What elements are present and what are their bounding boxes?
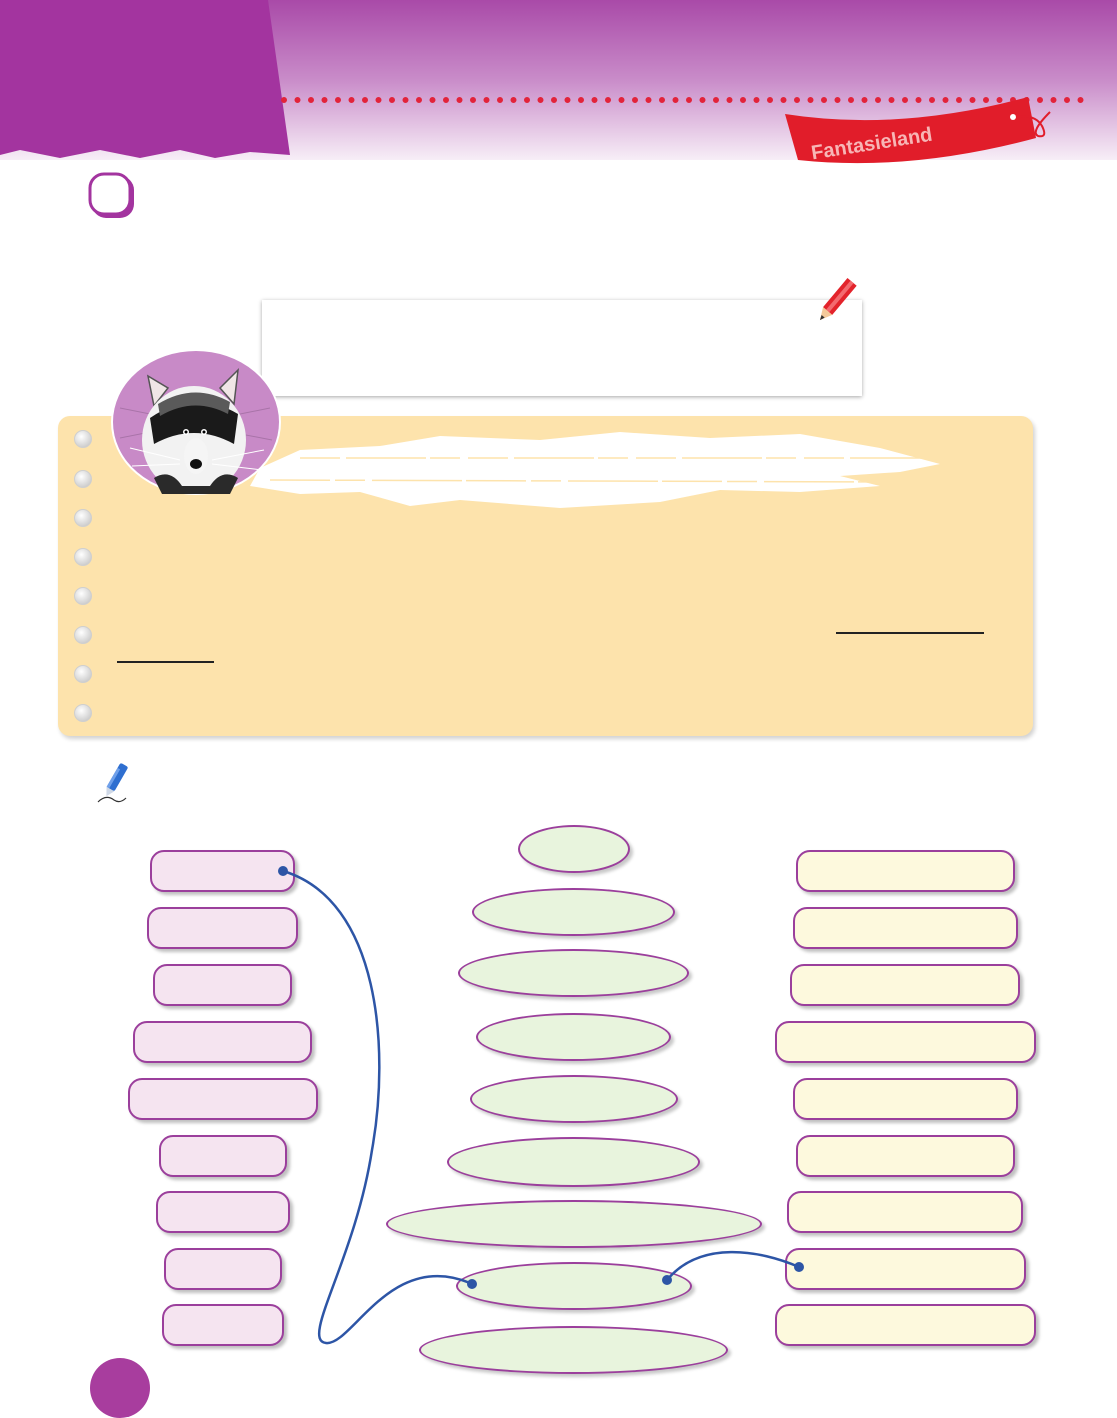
right-answer-box[interactable] <box>796 850 1015 892</box>
binder-hole <box>74 470 92 488</box>
brush-stroke <box>250 432 940 508</box>
instruction-box <box>262 300 862 396</box>
blank-underline <box>117 661 214 663</box>
right-answer-box[interactable] <box>790 964 1020 1006</box>
middle-oval[interactable] <box>458 949 689 997</box>
left-answer-box[interactable] <box>150 850 295 892</box>
middle-oval[interactable] <box>476 1013 671 1061</box>
blue-pen-icon <box>97 763 128 803</box>
right-answer-box[interactable] <box>787 1191 1023 1233</box>
middle-oval[interactable] <box>518 825 630 873</box>
right-answer-box[interactable] <box>775 1304 1036 1346</box>
connector-line <box>666 1250 800 1281</box>
right-answer-box[interactable] <box>796 1135 1015 1177</box>
binder-hole <box>74 704 92 722</box>
header-tab <box>0 0 290 158</box>
red-pencil-icon <box>819 277 857 321</box>
fantasieland-banner: Fantasieland <box>785 97 1051 164</box>
left-answer-box[interactable] <box>156 1191 290 1233</box>
right-answer-box[interactable] <box>793 1078 1018 1120</box>
exercise-number-badge <box>88 172 134 218</box>
left-answer-box[interactable] <box>133 1021 312 1063</box>
left-answer-box[interactable] <box>128 1078 318 1120</box>
middle-oval[interactable] <box>470 1075 678 1123</box>
binder-hole <box>74 665 92 683</box>
binder-hole <box>74 430 92 448</box>
right-answer-box[interactable] <box>775 1021 1036 1063</box>
left-answer-box[interactable] <box>153 964 292 1006</box>
binder-hole <box>74 548 92 566</box>
raccoon-illustration <box>111 349 281 495</box>
middle-oval[interactable] <box>472 888 675 936</box>
page-number-circle <box>90 1358 150 1418</box>
right-answer-box[interactable] <box>785 1248 1026 1290</box>
left-answer-box[interactable] <box>164 1248 282 1290</box>
middle-oval[interactable] <box>456 1262 692 1310</box>
middle-oval[interactable] <box>419 1326 728 1374</box>
middle-oval[interactable] <box>447 1137 700 1187</box>
binder-hole <box>74 587 92 605</box>
binder-hole <box>74 509 92 527</box>
left-answer-box[interactable] <box>147 907 298 949</box>
right-answer-box[interactable] <box>793 907 1018 949</box>
blank-underline <box>836 632 984 634</box>
middle-oval[interactable] <box>386 1200 762 1248</box>
left-answer-box[interactable] <box>159 1135 287 1177</box>
left-answer-box[interactable] <box>162 1304 284 1346</box>
binder-hole <box>74 626 92 644</box>
